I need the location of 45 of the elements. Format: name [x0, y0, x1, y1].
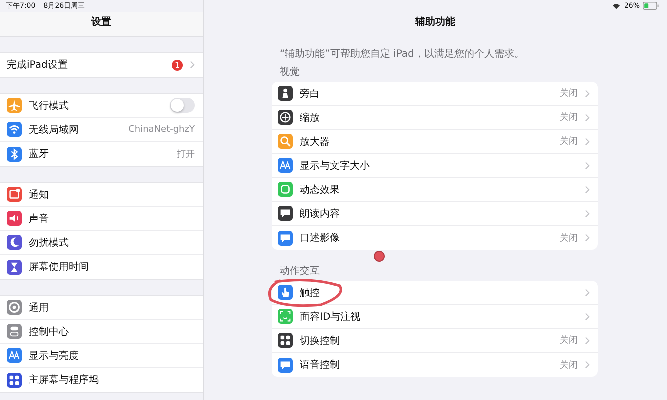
settings-item[interactable]: 完成iPad设置 1 — [0, 53, 203, 77]
wifi-icon — [612, 2, 622, 10]
chevron-icon — [585, 162, 590, 170]
chevron-icon — [585, 210, 590, 218]
accessibility-item[interactable]: 口述影像 关闭 — [272, 226, 598, 250]
chevron-icon — [585, 288, 590, 296]
description-text: “辅助功能”可帮助您自定 iPad，以满足您的个人需求。 — [280, 48, 526, 61]
accessibility-item[interactable]: 语音控制 关闭 — [272, 353, 598, 377]
accessibility-item[interactable]: 触控 — [272, 281, 598, 305]
settings-item[interactable]: 蓝牙 打开 — [0, 142, 203, 166]
page-title: 辅助功能 — [414, 16, 456, 30]
chevron-icon — [585, 186, 590, 194]
settings-item[interactable]: 屏幕使用时间 — [0, 255, 203, 279]
touch-dot — [374, 251, 385, 262]
settings-item[interactable]: 通知 — [0, 183, 203, 207]
chevron-icon — [585, 361, 590, 369]
chevron-icon — [585, 138, 590, 146]
settings-item[interactable]: 显示与亮度 — [0, 344, 203, 368]
section-header: 视觉 — [280, 66, 301, 79]
settings-item[interactable]: 通用 — [0, 296, 203, 320]
sidebar-title: 设置 — [0, 12, 203, 37]
accessibility-item[interactable]: 面容ID与注视 — [272, 305, 598, 329]
accessibility-item[interactable]: 显示与文字大小 — [272, 154, 598, 178]
settings-item[interactable]: 勿扰模式 — [0, 231, 203, 255]
settings-item[interactable]: 主屏幕与程序坞 — [0, 368, 203, 392]
chevron-icon — [585, 312, 590, 320]
accessibility-item[interactable]: 缩放 关闭 — [272, 106, 598, 130]
accessibility-item[interactable]: 切换控制 关闭 — [272, 329, 598, 353]
accessibility-item[interactable]: 放大器 关闭 — [272, 130, 598, 154]
toggle-switch[interactable] — [170, 98, 195, 113]
accessibility-item[interactable]: 朗读内容 — [272, 202, 598, 226]
accessibility-item[interactable]: 动态效果 — [272, 178, 598, 202]
accessibility-item[interactable]: 旁白 关闭 — [272, 82, 598, 106]
chevron-icon — [585, 336, 590, 344]
settings-item[interactable]: 无线局域网 ChinaNet-ghzY — [0, 118, 203, 142]
chevron-icon — [585, 114, 590, 122]
chevron-icon — [190, 61, 195, 69]
section-header: 动作交互 — [280, 264, 321, 278]
settings-item[interactable]: 飞行模式 — [0, 94, 203, 118]
chevron-icon — [585, 90, 590, 98]
chevron-icon — [585, 234, 590, 242]
notification-badge: 1 — [172, 60, 183, 70]
settings-item[interactable]: 声音 — [0, 207, 203, 231]
settings-item[interactable]: 控制中心 — [0, 320, 203, 344]
battery-icon — [643, 2, 659, 10]
